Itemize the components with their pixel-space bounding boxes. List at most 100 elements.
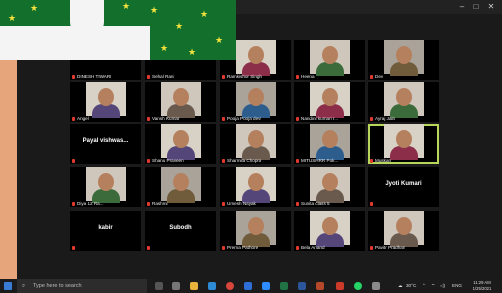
muted-mic-icon [370,116,373,121]
network-icon[interactable]: ⌔ [431,279,435,293]
participant-name: Shanu Praveen [147,158,184,163]
muted-mic-icon [147,116,150,121]
language-indicator[interactable]: ENG [452,279,462,293]
mail-icon[interactable] [244,282,252,290]
muted-mic-icon [72,74,75,79]
participant-tile[interactable]: Jyoti Kumari [368,167,439,207]
participant-video [310,40,350,76]
muted-mic-icon [296,116,299,121]
participant-name: Diya 12 Ra... [72,201,104,206]
participant-tile[interactable]: Dev [368,40,439,80]
muted-mic-icon [72,246,75,250]
participant-video [236,167,276,203]
participant-tile[interactable]: Nandini kumari r... [294,82,365,122]
star-icon: ★ [30,3,39,13]
participant-tile[interactable]: Subodh [145,211,216,251]
participant-name: Rashmi [147,201,168,206]
participant-tile[interactable]: Ayraj Jain [368,82,439,122]
maximize-icon[interactable]: □ [471,2,481,12]
participant-name-large: kabir [98,225,113,231]
participant-tile[interactable]: Pooja Pooja devi [220,82,291,122]
participant-video [310,167,350,203]
minimize-icon[interactable]: – [457,2,467,12]
participant-video [236,211,276,247]
muted-mic-icon [72,116,75,121]
participant-tile[interactable]: kabir [70,211,141,251]
participant-tile[interactable]: Pavitr Pradhan [368,211,439,251]
task-view-icon[interactable] [155,282,163,290]
participant-video [384,124,424,160]
participant-name: Heena [296,74,315,79]
tray-chevron-icon[interactable]: ⌃ [422,279,426,293]
search-icon: ⌕ [22,283,26,289]
participant-name: MITUSHRR Pok... [296,158,338,163]
participant-name: Pavitr Pradhan [370,245,405,250]
decorative-overlay: ★ ★ ★ ★ ★ ★ ★ ★ ★ [0,0,236,60]
participant-video [384,82,424,118]
participant-tile[interactable]: Vansh Kumar [145,82,216,122]
close-icon[interactable]: ✕ [486,2,496,12]
participant-name: Ramkishor Singh [222,74,262,79]
muted-mic-icon [296,74,299,79]
file-explorer-icon[interactable] [190,282,198,290]
participant-tile[interactable]: Rashmi [145,167,216,207]
muted-mic-icon [72,201,75,206]
taskbar-clock[interactable]: 11:29 AM 1/25/2021 [470,280,494,292]
participant-name-large: Subodh [169,225,192,231]
widgets-icon[interactable] [172,282,180,290]
participant-video [384,211,424,247]
muted-mic-icon [370,245,373,250]
star-icon: ★ [8,13,17,23]
weather-icon[interactable]: ☁ [398,279,403,293]
whatsapp-icon[interactable] [354,282,362,290]
muted-mic-icon [72,159,75,163]
participant-video [384,40,424,76]
star-icon: ★ [215,35,224,45]
participant-tile[interactable]: Bela Anand [294,211,365,251]
participant-tile[interactable]: Sunita class 5 [294,167,365,207]
participant-name: Vansh Kumar [147,116,180,121]
participant-video [161,82,201,118]
muted-mic-icon [370,158,373,163]
participant-tile[interactable]: Sharmila Chopra [220,124,291,164]
photos-icon[interactable] [372,282,380,290]
word-icon[interactable] [298,282,306,290]
muted-mic-icon [147,246,150,250]
volume-icon[interactable]: ◁) [440,279,445,293]
participant-name: Prerna Pathore [222,245,258,250]
star-icon: ★ [150,5,159,15]
participant-tile[interactable]: MITUSHRR Pok... [294,124,365,164]
star-icon: ★ [175,21,184,31]
participant-video [161,124,201,160]
taskbar-search-input[interactable]: ⌕ Type here to search [17,279,147,293]
zoom-icon[interactable] [262,282,270,290]
participant-name-large: Jyoti Kumari [385,181,422,187]
participant-name: Pooja Pooja devi [222,116,261,121]
muted-mic-icon [370,74,373,79]
excel-icon[interactable] [280,282,288,290]
powerpoint-icon[interactable] [316,282,324,290]
edge-icon[interactable] [208,282,216,290]
windows-start-icon[interactable] [4,282,12,290]
participant-tile[interactable]: Payal vishwas... [70,124,141,164]
participant-name: Sharmila Chopra [222,158,261,163]
muted-mic-icon [147,201,150,206]
participant-name: Ayraj Jain [370,116,395,121]
participant-tile[interactable]: Heena [294,40,365,80]
star-icon: ★ [188,47,197,57]
participant-name: Umesh Nayak [222,201,256,206]
app-icon[interactable] [336,282,344,290]
participant-tile[interactable]: Diya 12 Ra... [70,167,141,207]
weather-temp: 30°C [406,283,417,288]
participant-video [310,82,350,118]
participant-tile[interactable]: Umesh Nayak [220,167,291,207]
participant-mute-status [72,159,75,163]
participant-tile[interactable]: Muskan [368,124,439,164]
participant-video [86,82,126,118]
participant-tile[interactable]: Prerna Pathore [220,211,291,251]
participant-tile[interactable]: Shanu Praveen [145,124,216,164]
muted-mic-icon [370,202,373,206]
participant-tile[interactable]: Angel [70,82,141,122]
participant-name: Sunita class 5 [296,201,330,206]
chrome-icon[interactable] [226,282,234,290]
